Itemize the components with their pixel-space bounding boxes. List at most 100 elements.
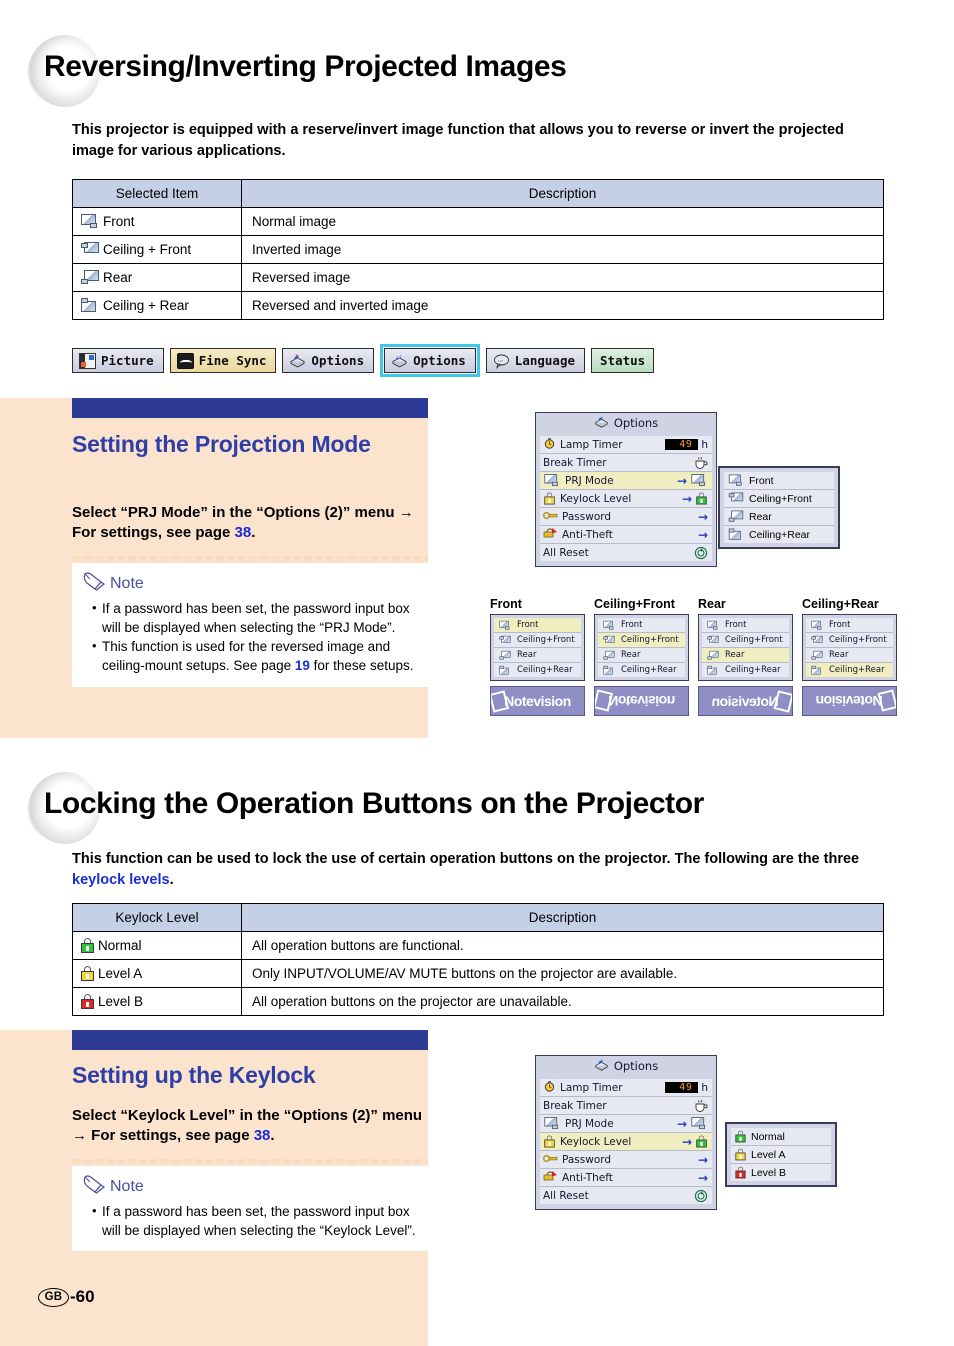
table-header-row: Keylock Level Description — [72, 903, 884, 932]
svg-text:...: ... — [497, 357, 503, 363]
osd-row-all-reset[interactable]: All Reset — [540, 544, 712, 561]
note-header: Note — [72, 1166, 428, 1201]
table-item-label: Ceiling + Front — [103, 242, 192, 257]
table-cell-description: All operation buttons on the projector a… — [241, 987, 884, 1016]
tab-options-2-selected-wrapper[interactable]: 2 Options — [380, 344, 480, 377]
mode-menu-label: Ceiling+Rear — [517, 665, 573, 675]
lock-yellow-icon — [81, 966, 94, 981]
keylock-levels-link[interactable]: keylock levels — [72, 872, 170, 888]
osd-row-right: → — [682, 1134, 708, 1149]
mode-menu-row: Rear — [702, 648, 789, 663]
projection-front-icon — [728, 474, 743, 487]
table-row: Rear Reversed image — [72, 263, 884, 292]
feature-heading-2: Setting up the Keylock — [72, 1062, 316, 1088]
osd-row-keylock-level[interactable]: Keylock Level → — [540, 490, 712, 508]
mode-menu-label: Ceiling+Front — [725, 635, 783, 645]
osd-row-break-timer[interactable]: Break Timer — [540, 1097, 712, 1115]
region-badge: GB — [38, 1287, 69, 1307]
osd-menu-options-2[interactable]: Options Lamp Timer 49 h Break Timer PRJ … — [535, 412, 717, 567]
osd-tab-bar[interactable]: Picture Fine Sync 1 Options 2 Options ..… — [72, 344, 655, 377]
tab-options-2[interactable]: 2 Options — [384, 348, 476, 373]
osd-submenu-item-level-a[interactable]: Level A — [731, 1146, 831, 1164]
table-item-label: Front — [103, 214, 135, 229]
projection-front-icon — [81, 214, 99, 229]
lamp-timer-icon — [543, 437, 556, 453]
tab-language[interactable]: ... Language — [485, 348, 586, 373]
mode-menu-label: Front — [829, 620, 851, 630]
note-scallop-edge — [72, 1159, 428, 1167]
tab-options-1[interactable]: 1 Options — [282, 348, 375, 373]
lock-green-icon — [696, 492, 707, 505]
tab-status[interactable]: Status — [591, 348, 655, 373]
lock-green-icon — [696, 1135, 707, 1148]
osd-submenu-keylock-level[interactable]: Normal Level A Level B — [725, 1122, 837, 1187]
arrow-right-icon: → — [676, 473, 687, 488]
osd-submenu-item-normal[interactable]: Normal — [731, 1128, 831, 1146]
table-cell-description: All operation buttons are functional. — [241, 931, 884, 960]
page-ref-link[interactable]: 19 — [295, 658, 310, 673]
osd-row-value: 49 h — [665, 439, 708, 451]
pencil-icon — [82, 1174, 108, 1199]
feature-subhead-2: Select “Keylock Level” in the “Options (… — [72, 1106, 424, 1147]
osd-submenu-item-ceiling-rear[interactable]: Ceiling+Rear — [724, 526, 834, 543]
osd-submenu-item-level-b[interactable]: Level B — [731, 1164, 831, 1181]
svg-text:2: 2 — [397, 353, 400, 358]
tab-fine-sync[interactable]: Fine Sync — [169, 348, 277, 373]
table-item-label: Level A — [98, 966, 143, 981]
osd-submenu-prj-mode[interactable]: Front Ceiling+Front Rear Ceiling+Rear — [718, 466, 840, 549]
projection-rear-icon — [499, 650, 511, 660]
table-row: Normal All operation buttons are functio… — [72, 931, 884, 960]
picture-icon — [79, 352, 96, 369]
notevision-logo-box: Notevision — [802, 686, 897, 716]
osd-row-label: Keylock Level — [560, 1135, 632, 1148]
osd-row-label: Password — [562, 510, 612, 523]
osd-row-lamp-timer[interactable]: Lamp Timer 49 h — [540, 1079, 712, 1097]
language-balloon-icon: ... — [493, 353, 510, 369]
feature-subhead-suffix: . — [270, 1127, 275, 1145]
reset-icon — [694, 1189, 708, 1203]
osd-row-label: Password — [562, 1153, 612, 1166]
note-box-1: Note If a password has been set, the pas… — [72, 556, 428, 687]
mode-menu-row: Rear — [806, 648, 893, 663]
section-2-title: Locking the Operation Buttons on the Pro… — [44, 787, 704, 820]
osd-row-prj-mode[interactable]: PRJ Mode → — [540, 472, 712, 490]
projection-ceiling-rear-icon — [811, 665, 822, 675]
osd-row-lamp-timer[interactable]: Lamp Timer 49 h — [540, 436, 712, 454]
osd-submenu-item-ceiling-front[interactable]: Ceiling+Front — [724, 490, 834, 508]
projection-ceiling-rear-icon — [707, 665, 718, 675]
osd-row-anti-theft[interactable]: Anti-Theft → — [540, 1169, 712, 1187]
mode-menu-row: Ceiling+Front — [494, 633, 581, 648]
table-row: Level A Only INPUT/VOLUME/AV MUTE button… — [72, 959, 884, 988]
lamp-timer-icon — [543, 1080, 556, 1096]
tab-label: Status — [600, 353, 646, 368]
page-ref-link[interactable]: 38 — [254, 1127, 271, 1144]
projection-rear-icon — [603, 650, 615, 660]
osd-row-break-timer[interactable]: Break Timer — [540, 454, 712, 472]
osd-submenu-item-front[interactable]: Front — [724, 472, 834, 490]
lamp-timer-unit: h — [701, 1081, 708, 1094]
osd-submenu-label: Rear — [749, 510, 772, 523]
osd-row-right: → — [677, 473, 708, 488]
osd-row-keylock-level[interactable]: Keylock Level → — [540, 1133, 712, 1151]
mode-menu-row: Rear — [494, 648, 581, 663]
mode-menu-row: Front — [494, 618, 581, 633]
osd-menu-options-2-keylock[interactable]: Options Lamp Timer 49 h Break Timer PRJ … — [535, 1055, 717, 1210]
osd-row-password[interactable]: Password → — [540, 1151, 712, 1169]
note-item: If a password has been set, the password… — [92, 599, 416, 637]
projection-ceiling-rear-icon — [603, 665, 614, 675]
projection-front-icon — [691, 474, 706, 487]
tab-label: Language — [514, 353, 576, 368]
osd-row-password[interactable]: Password → — [540, 508, 712, 526]
osd-row-right: → — [677, 1116, 708, 1131]
osd-submenu-item-rear[interactable]: Rear — [724, 508, 834, 526]
table-row: Ceiling + Front Inverted image — [72, 235, 884, 264]
page-ref-link[interactable]: 38 — [235, 524, 252, 541]
osd-row-anti-theft[interactable]: Anti-Theft → — [540, 526, 712, 544]
lock-green-icon — [81, 938, 94, 953]
tab-label: Picture — [101, 353, 154, 368]
osd-row-prj-mode[interactable]: PRJ Mode → — [540, 1115, 712, 1133]
tab-picture[interactable]: Picture — [72, 348, 164, 373]
table-item-label: Normal — [98, 938, 142, 953]
osd-row-all-reset[interactable]: All Reset — [540, 1187, 712, 1204]
projection-rear-icon — [811, 650, 823, 660]
